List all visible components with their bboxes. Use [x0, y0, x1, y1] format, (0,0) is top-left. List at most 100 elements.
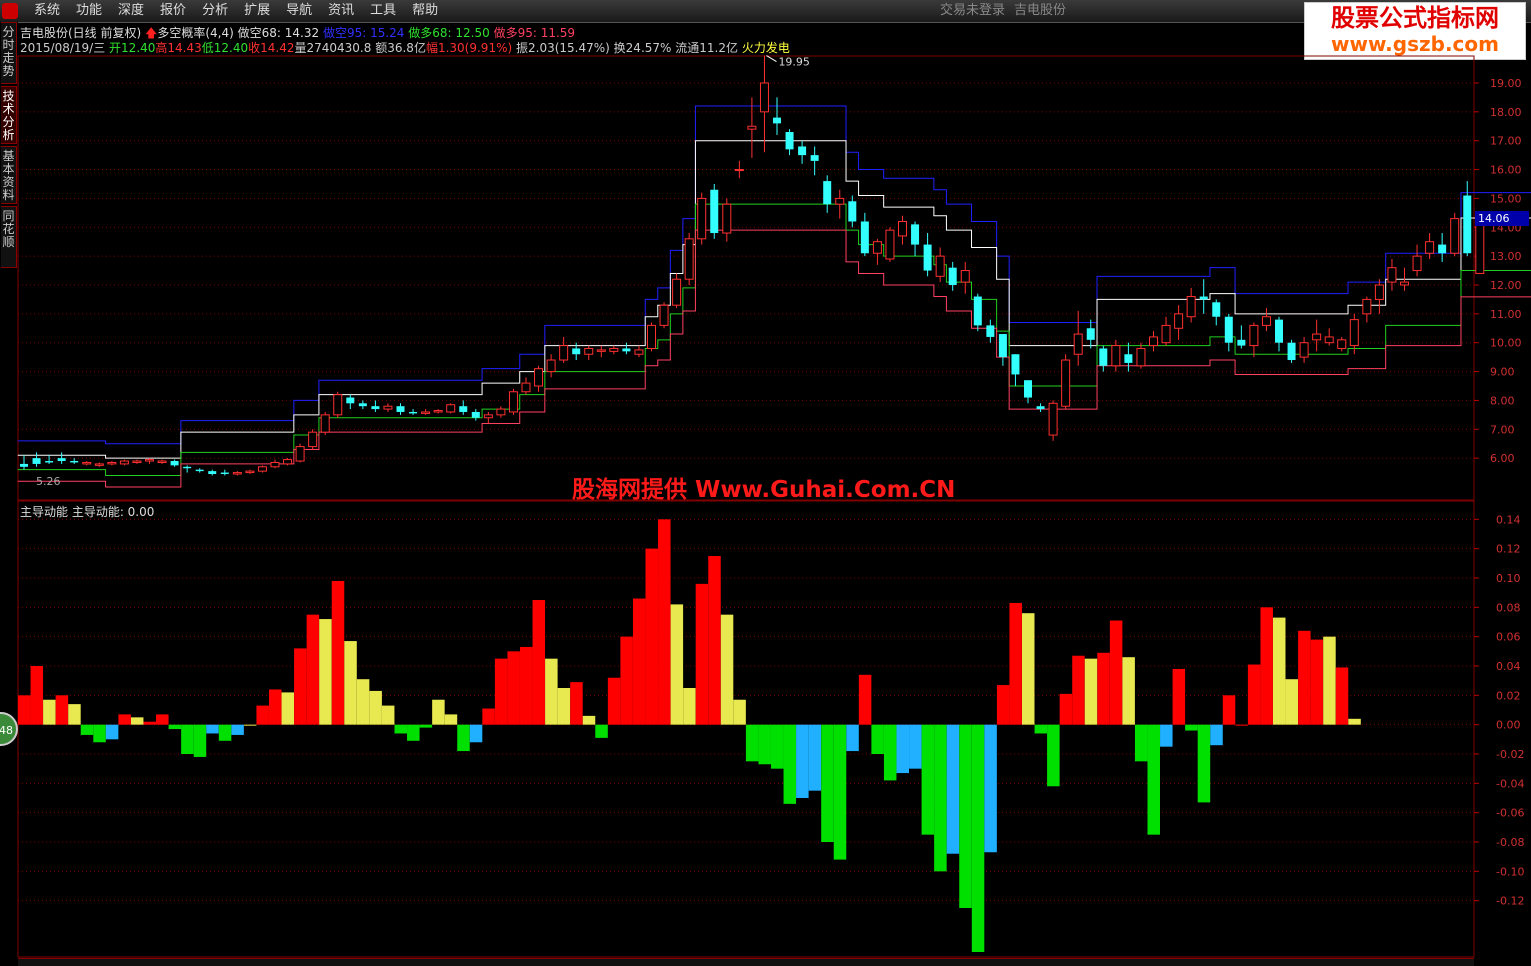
momentum-bar — [1134, 724, 1148, 762]
candle-body — [1287, 342, 1296, 361]
momentum-bar — [130, 717, 144, 725]
candle-body — [295, 446, 305, 462]
momentum-bar — [996, 685, 1010, 725]
candle-body — [1186, 296, 1196, 318]
momentum-bar — [1323, 636, 1336, 725]
candle-body — [759, 82, 769, 113]
momentum-tick-label: 0.02 — [1496, 689, 1521, 702]
candle-body — [1048, 402, 1058, 436]
momentum-bar — [771, 724, 784, 769]
momentum-bar — [269, 689, 282, 725]
momentum-bar — [55, 695, 69, 725]
candle-body — [634, 349, 644, 355]
momentum-bar — [143, 721, 156, 725]
candle-body — [508, 391, 518, 413]
candle-body — [810, 155, 819, 161]
candle-body — [82, 461, 92, 465]
momentum-bar — [632, 598, 646, 725]
momentum-bar — [1022, 613, 1035, 725]
price-tick-label: 19.00 — [1490, 77, 1522, 90]
candle-body — [872, 241, 882, 254]
candle-body — [70, 461, 79, 463]
momentum-bar — [808, 724, 822, 791]
candle-body — [94, 463, 104, 466]
watermark-text: 股海网提供 Www.Guhai.Com.CN — [572, 477, 956, 503]
momentum-bar — [1047, 724, 1060, 787]
momentum-bar — [469, 724, 483, 743]
momentum-bar — [946, 724, 960, 854]
price-tick-label: 15.00 — [1490, 192, 1522, 205]
momentum-bar — [733, 699, 746, 725]
candle-body — [684, 238, 694, 280]
candle-body — [257, 466, 267, 472]
candle-body — [132, 460, 142, 463]
momentum-bar — [156, 714, 169, 725]
candle-body — [1099, 348, 1108, 366]
candle-body — [1199, 296, 1208, 300]
momentum-bar — [595, 724, 608, 738]
momentum-bar — [1097, 652, 1110, 725]
candle-body — [1463, 195, 1472, 254]
candle-body — [973, 296, 982, 326]
momentum-bar — [407, 724, 420, 741]
candle-body — [433, 410, 443, 413]
momentum-bar — [105, 724, 119, 740]
momentum-bar — [193, 724, 207, 757]
candle-body — [496, 408, 506, 416]
momentum-bar — [821, 724, 834, 842]
candle-body — [145, 459, 154, 462]
band-kong95 — [17, 105, 1531, 445]
momentum-bar — [306, 614, 320, 725]
momentum-bar — [1172, 668, 1186, 725]
candle-body — [1174, 313, 1184, 329]
momentum-bar — [319, 619, 332, 725]
candle-body — [346, 397, 355, 404]
candle-body — [358, 403, 367, 407]
candle-body — [747, 125, 757, 130]
momentum-bar — [934, 724, 947, 872]
momentum-bar — [507, 651, 520, 725]
candle-body — [710, 189, 719, 234]
candle-body — [1061, 359, 1071, 407]
momentum-bar — [871, 724, 884, 754]
candle-body — [333, 394, 343, 416]
momentum-bar — [168, 724, 182, 730]
main-panel-frame — [17, 55, 1475, 501]
candle-body — [948, 267, 957, 285]
momentum-tick-label: 0.04 — [1496, 660, 1521, 673]
peak-price-label: 19.95 — [778, 56, 810, 69]
candle-body — [1086, 328, 1095, 340]
momentum-bar — [833, 724, 847, 860]
candle-body — [1400, 281, 1409, 286]
candle-body — [572, 348, 581, 355]
candle-body — [935, 255, 945, 277]
candle-body — [245, 470, 255, 474]
candle-body — [785, 132, 794, 150]
candle-body — [232, 472, 242, 475]
price-tick-label: 11.00 — [1490, 308, 1522, 321]
candle-body — [1161, 324, 1171, 344]
momentum-bar — [1222, 695, 1236, 725]
momentum-bar — [432, 699, 445, 725]
candle-body — [471, 411, 480, 418]
candle-body — [409, 411, 418, 414]
momentum-bar — [796, 724, 809, 798]
momentum-bar — [1059, 693, 1073, 725]
momentum-bar — [18, 695, 31, 725]
candle-body — [722, 203, 732, 234]
momentum-bar — [231, 724, 244, 735]
price-tick-label: 13.00 — [1490, 250, 1522, 263]
momentum-bar — [1310, 639, 1324, 725]
momentum-bar — [557, 688, 571, 725]
candle-body — [1111, 345, 1121, 367]
momentum-bar — [494, 658, 508, 725]
sub-indicator-title: 主导动能 主导动能: 0.00 — [20, 505, 155, 519]
candle-body — [596, 349, 606, 352]
candle-body — [848, 201, 857, 222]
candle-body — [32, 458, 41, 464]
price-tick-label: 16.00 — [1490, 164, 1522, 177]
momentum-tick-label: -0.12 — [1496, 895, 1524, 908]
candle-body — [521, 382, 531, 393]
candle-body — [734, 169, 744, 172]
momentum-bar — [532, 600, 546, 725]
